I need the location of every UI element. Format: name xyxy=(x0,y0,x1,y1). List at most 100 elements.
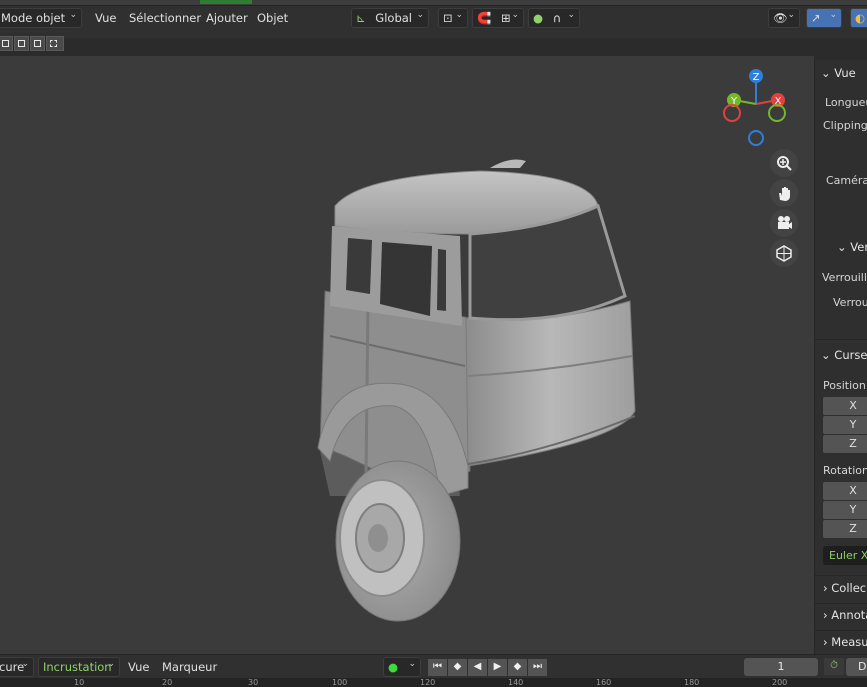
select-new-icon xyxy=(2,40,9,47)
annotations-title: Annota xyxy=(831,608,867,622)
axis-y-label: Y xyxy=(849,503,857,516)
select-intersect-button[interactable] xyxy=(46,36,64,51)
pivot-icon: ⊡ xyxy=(443,11,453,25)
chevron-right-icon: › xyxy=(823,608,828,622)
axis-x-label: X xyxy=(849,484,857,497)
rotation-mode-label: Euler X xyxy=(829,549,867,562)
chevron-down-icon: ⌄ xyxy=(416,10,424,20)
chevron-down-icon: ⌄ xyxy=(107,659,115,669)
axis-y-label: Y xyxy=(849,418,857,431)
menu-object[interactable]: Objet xyxy=(257,11,288,25)
play-reverse-button[interactable]: ◀ xyxy=(468,659,487,676)
start-frame-label: D xyxy=(858,660,867,673)
lock-to-object-label: Verrouille xyxy=(822,271,867,284)
start-frame-field[interactable]: D xyxy=(846,658,867,676)
measure-panel-header[interactable]: › Measu xyxy=(823,635,867,649)
divider xyxy=(815,575,867,576)
menu-select[interactable]: Sélectionner xyxy=(129,11,201,25)
gizmo-toggle[interactable]: ↗ ⌄ xyxy=(806,8,842,28)
chevron-down-icon: ⌄ xyxy=(567,10,575,20)
zoom-icon xyxy=(777,156,792,171)
chevron-down-icon: ⌄ xyxy=(787,10,795,20)
prev-keyframe-button[interactable]: ◆ xyxy=(448,659,467,676)
menu-add[interactable]: Ajouter xyxy=(206,11,248,25)
cursor-location-y-field[interactable]: Y xyxy=(823,416,867,434)
ruler-tick: 140 xyxy=(508,678,524,687)
playback-dropdown[interactable]: cure ⌄ xyxy=(0,657,34,677)
gizmo-icon: ↗ xyxy=(811,11,821,25)
chevron-down-icon: ⌄ xyxy=(21,659,29,669)
measure-title: Measu xyxy=(831,635,867,649)
cursor-rotation-z-field[interactable]: Z xyxy=(823,520,867,538)
overlay-toggle[interactable]: ◐ xyxy=(850,8,867,28)
chevron-down-icon: ⌄ xyxy=(69,10,77,20)
play-icon: ▶ xyxy=(493,661,502,672)
timeline-menu-view[interactable]: Vue xyxy=(128,660,149,674)
zoom-button[interactable] xyxy=(770,149,798,177)
chevron-right-icon: › xyxy=(823,581,828,595)
cursor-location-x-field[interactable]: X xyxy=(823,397,867,415)
gizmo-z-label: Z xyxy=(753,72,760,83)
collections-title: Collec xyxy=(831,581,867,595)
object-mode-label: Mode objet xyxy=(1,11,66,25)
jump-start-button[interactable]: ⏮ xyxy=(428,659,447,676)
cursor-location-z-field[interactable]: Z xyxy=(823,435,867,453)
pan-button[interactable] xyxy=(770,179,798,207)
n-panel-sidebar: ⌄ Vue Longueur Clipping: Caméra ⌄ Ver Ve… xyxy=(814,60,867,654)
pivot-point-dropdown[interactable]: ⊡ ⌄ xyxy=(438,8,468,28)
current-frame-field[interactable]: 1 xyxy=(744,658,818,676)
grid-ortho-icon xyxy=(776,245,792,262)
annotations-panel-header[interactable]: › Annota xyxy=(823,608,867,622)
chevron-right-icon: › xyxy=(823,635,828,649)
focal-length-label: Longueur xyxy=(825,96,867,109)
3d-viewport[interactable] xyxy=(0,56,814,654)
prev-keyframe-icon: ◆ xyxy=(453,661,462,672)
vue-panel-header[interactable]: ⌄ Vue xyxy=(821,66,856,80)
ortho-toggle-button[interactable] xyxy=(770,239,798,267)
ruler-tick: 180 xyxy=(684,678,700,687)
cursor-panel-title: Curseu xyxy=(834,348,867,362)
chevron-down-icon: ⌄ xyxy=(821,66,831,80)
timeline-header: cure ⌄ Incrustation ⌄ Vue Marqueur ● ⌄ ⏮ ◆ … xyxy=(0,654,867,678)
timeline-menu-marker[interactable]: Marqueur xyxy=(162,660,217,674)
hand-pan-icon xyxy=(779,187,790,201)
cursor-rotation-x-field[interactable]: X xyxy=(823,482,867,500)
visibility-dropdown[interactable]: 👁 ⌄ xyxy=(768,8,800,28)
orientation-icon: ⊾ xyxy=(356,11,366,25)
timeline-ruler[interactable]: 10 20 30 100 120 140 160 180 200 xyxy=(0,678,867,687)
ruler-tick: 100 xyxy=(332,678,348,687)
camera-view-button[interactable] xyxy=(770,209,798,237)
lock-label: Verroui xyxy=(833,296,867,309)
active-tab-indicator xyxy=(200,0,252,4)
vue-panel-title: Vue xyxy=(834,66,856,80)
chevron-down-icon: ⌄ xyxy=(821,348,831,362)
collections-panel-header[interactable]: › Collec xyxy=(823,581,866,595)
next-keyframe-button[interactable]: ◆ xyxy=(508,659,527,676)
view-lock-subpanel-header[interactable]: ⌄ Ver xyxy=(837,240,867,254)
proportional-edit-toggle[interactable]: ● ∩ ⌄ xyxy=(528,8,580,28)
ruler-tick: 20 xyxy=(162,678,173,687)
orientation-label: Global xyxy=(375,11,412,25)
play-button[interactable]: ▶ xyxy=(488,659,507,676)
jump-end-button[interactable]: ⏭ xyxy=(528,659,547,676)
select-subtract-button[interactable] xyxy=(30,36,45,51)
cursor-rotation-label: Rotation: xyxy=(823,464,867,477)
select-extend-button[interactable] xyxy=(14,36,29,51)
preview-range-toggle[interactable]: ⏱ xyxy=(824,658,844,675)
ruler-tick: 30 xyxy=(248,678,259,687)
object-mode-dropdown[interactable]: Mode objet ⌄ xyxy=(0,8,82,28)
axis-z-label: Z xyxy=(849,522,857,535)
cursor-rotation-y-field[interactable]: Y xyxy=(823,501,867,519)
select-new-button[interactable] xyxy=(0,36,13,51)
rotation-mode-dropdown[interactable]: Euler X xyxy=(823,546,867,565)
menu-vue[interactable]: Vue xyxy=(95,11,116,25)
navigation-gizmo[interactable]: Z Y X xyxy=(716,66,796,156)
keying-dropdown[interactable]: Incrustation ⌄ xyxy=(38,657,120,677)
divider xyxy=(815,339,867,340)
transform-orientation-dropdown[interactable]: ⊾ Global ⌄ xyxy=(351,8,429,28)
ruler-tick: 200 xyxy=(772,678,788,687)
snap-increment-icon: ⊞ xyxy=(500,11,511,25)
cursor-panel-header[interactable]: ⌄ Curseu xyxy=(821,348,867,362)
auto-keying-toggle[interactable]: ● ⌄ xyxy=(383,657,421,677)
snap-toggle[interactable]: 🧲 ⊞ ⌄ xyxy=(472,8,524,28)
